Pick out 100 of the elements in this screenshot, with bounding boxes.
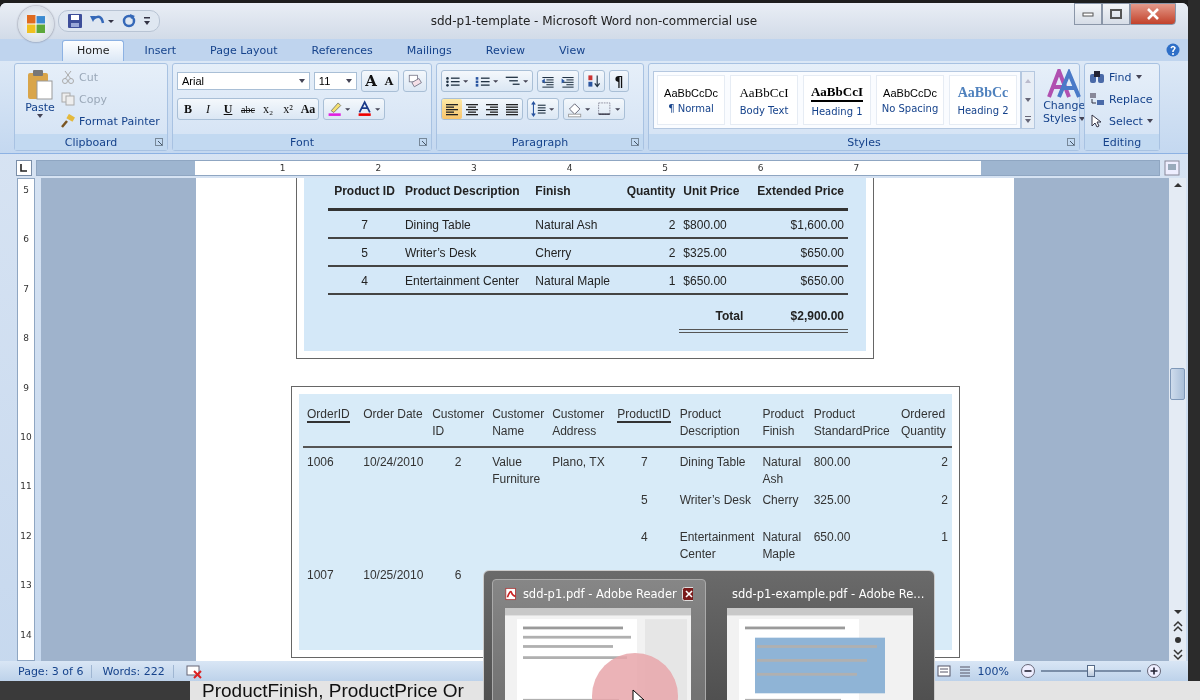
paste-button[interactable]: Paste [19,67,61,131]
style-preset[interactable]: AaBbCcDc ¶ Normal [657,75,725,125]
replace-button[interactable]: Replace [1089,89,1155,109]
column-header: Unit Price [679,180,748,210]
style-preset[interactable]: AaBbCcI Body Text [730,75,798,125]
column-header: Order Date [363,407,423,421]
table-cell: 5 [328,238,401,266]
background-document-text: ProductFinish, ProductPrice Or [202,681,464,700]
style-name: Heading 1 [811,105,863,117]
zoom-level[interactable]: 100% [977,664,1009,678]
table-cell: Natural Maple [531,266,620,294]
total-value: $2,900.00 [747,294,848,331]
ruler-number: 7 [23,282,29,296]
ruler-number: 6 [23,233,29,247]
format-button[interactable]: x₂ [258,99,278,119]
page-count[interactable]: Page: 3 of 6 [18,664,93,678]
column-header: Product Description [679,407,740,438]
ribbon-tab[interactable]: Review [471,41,540,61]
ribbon-tab[interactable]: Mailings [392,41,466,61]
table-cell: 2 [619,238,680,266]
ruler-number: 3 [470,162,477,175]
ruler-number: 2 [374,162,382,175]
ribbon-tab[interactable]: Page Layout [196,41,292,61]
font-name-field[interactable]: Arial [177,72,310,90]
group-label: Paragraph [511,135,569,149]
window-title: sdd-p1-template - Microsoft Word non-commercial use [430,14,758,28]
table-cell: 325.00 [813,493,851,507]
ribbon-tab[interactable]: View [545,41,600,61]
format-painter-button[interactable]: Format Painter [61,111,160,131]
table-cell: 6 [454,568,462,582]
format-button[interactable]: Aa [298,99,318,119]
horizontal-ruler[interactable]: 1 2 3 4 5 6 7 [36,160,1160,176]
show-marks-button[interactable]: ¶ [610,71,628,91]
column-header: Customer ID [432,407,485,438]
column-header: Product Finish [762,407,804,438]
table-cell: 1 [941,530,948,544]
ruler-number: 13 [20,579,32,593]
column-header: Product Description [400,180,532,210]
ruler-number: 8 [23,332,29,346]
ruler-number: 4 [565,162,573,175]
table-cell: Entertainment Center [679,530,755,561]
table-cell: 10/25/2010 [363,568,424,582]
change-styles-button[interactable]: Change Styles [1043,67,1086,131]
table-cell: Cherry [531,238,620,266]
ruler-number: 7 [852,162,860,175]
group-label: Editing [1102,135,1142,149]
table-cell: Dining Table [679,455,746,469]
style-preview: AaBbCcDc [664,86,718,99]
table-cell: Natural Ash [531,209,620,238]
preview-title: sdd-p1.pdf - Adobe Reader [522,587,677,601]
ribbon-tab[interactable]: References [297,41,387,61]
column-header: Finish [531,180,620,210]
ruler-number: 10 [20,430,32,444]
column-header: Ordered Quantity [901,407,946,438]
table-cell: 7 [328,209,401,238]
ribbon-tab[interactable]: Insert [130,41,191,61]
find-button[interactable]: Find [1089,67,1155,87]
column-header: Customer Address [552,407,605,438]
format-button[interactable]: U [218,99,238,119]
format-button[interactable]: abc [238,99,258,119]
table-cell: Natural Maple [762,530,802,561]
table-cell: 800.00 [813,455,851,469]
table-cell: 1 [619,266,680,294]
group-label: Clipboard [64,135,118,149]
ribbon-tab[interactable]: Home [62,40,125,61]
table-cell: 650.00 [813,530,851,544]
style-preset[interactable]: AaBbCcDc No Spacing [876,75,944,125]
grow-font-button[interactable]: A [362,71,380,91]
word-count[interactable]: Words: 222 [102,664,174,678]
style-preset[interactable]: AaBbCcI Heading 1 [803,75,871,125]
table-cell: 2 [941,455,948,469]
format-button[interactable]: x² [278,99,298,119]
window-preview[interactable]: sdd-p1-example.pdf - Adobe Re... [714,579,928,700]
table-cell: Writer’s Desk [400,238,532,266]
preview-title: sdd-p1-example.pdf - Adobe Re... [732,587,925,601]
column-header: ProductID [617,407,671,423]
group-label: Styles [847,135,881,149]
table-cell: 4 [641,530,648,544]
table-cell: $650.00 [679,266,748,294]
ruler-number: 9 [23,381,29,395]
table-cell: 2 [619,209,680,238]
font-size-field[interactable]: 11 [313,72,357,90]
column-header: OrderID [307,407,350,423]
select-button[interactable]: Select [1089,111,1155,131]
vertical-ruler[interactable]: 5 6 7 8 9 10 11 12 13 14 [17,178,35,661]
format-button[interactable]: B [178,99,198,119]
ruler-number: 6 [756,162,764,175]
table-cell: 2 [941,493,948,507]
ruler-number: 5 [661,162,668,175]
shrink-font-button[interactable]: A [380,71,398,91]
table-cell: $1,600.00 [747,209,848,238]
table-cell: $650.00 [747,238,848,266]
style-name: Heading 2 [957,104,1009,116]
style-preset[interactable]: AaBbCc Heading 2 [949,75,1017,125]
table-cell: 1006 [307,455,334,469]
table-cell: Plano, TX [552,455,605,469]
total-label: Total [679,294,748,331]
ruler-number: 14 [20,628,32,642]
format-button[interactable]: I [198,99,218,119]
table-cell: Value Furniture [492,455,541,486]
